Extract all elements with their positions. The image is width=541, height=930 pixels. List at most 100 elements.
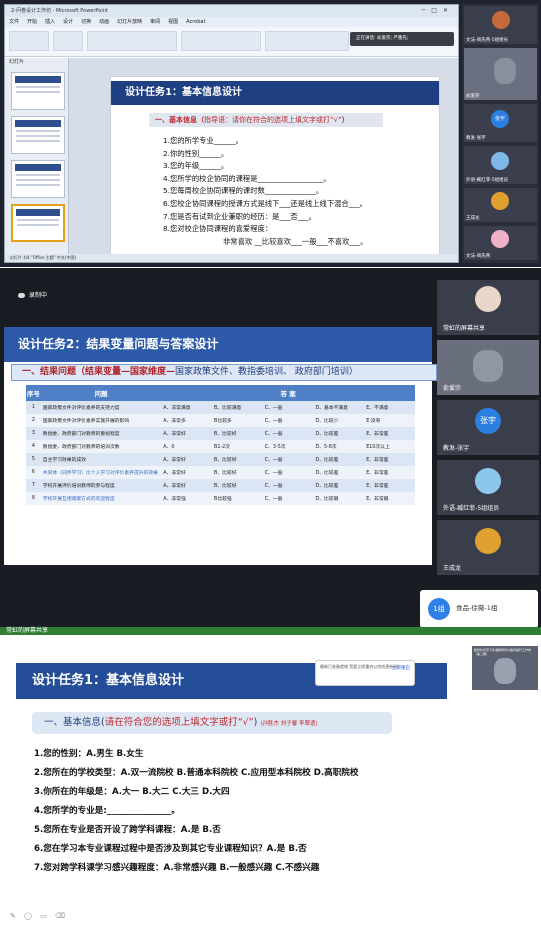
participant-sidebar: 常虹的屏幕共享 俞爱宗 张宇 教发-张宇 外语-臧红菲-5组组员 王成龙 bbox=[437, 280, 539, 580]
avatar bbox=[491, 192, 509, 210]
answer-option: A、非常好 bbox=[161, 427, 213, 440]
ribbon-tabs: 文件 开始 插入 设计 切换 动画 幻灯片放映 审阅 视图 Acrobat bbox=[5, 17, 458, 27]
ribbon-tab[interactable]: Acrobat bbox=[186, 17, 205, 27]
avatar bbox=[494, 658, 516, 684]
participant-tile[interactable]: 文法-阅氏燕-5组组长 bbox=[464, 6, 537, 44]
question-item: 6.您在学习本专业课程过程中是否涉及到其它专业课程知识？A.是 B.否 bbox=[34, 844, 307, 854]
answer-option: D、比较差 bbox=[313, 479, 365, 492]
avatar bbox=[475, 528, 501, 554]
screen-share-bar[interactable]: 常虹的屏幕共享 bbox=[0, 627, 541, 635]
answer-option: D、比较差 bbox=[313, 427, 365, 440]
current-slide: 设计任务1：基本信息设计 一、基本信息（指导语：请你在符合的选项上填文字或打“√… bbox=[110, 76, 440, 259]
row-question: 国家政策文件对评价素养的支持力度 bbox=[40, 401, 162, 414]
answer-option: C、一般 bbox=[262, 401, 314, 414]
group-card[interactable]: 1组 食品-徐薇-1组 bbox=[420, 590, 538, 628]
col-question: 问题 bbox=[40, 385, 162, 401]
answer-option: A、非常满意 bbox=[161, 401, 213, 414]
participant-tile[interactable]: 外语-臧红菲-5组组员 bbox=[464, 146, 537, 184]
avatar bbox=[473, 350, 503, 382]
participant-tile[interactable]: 王成龙 bbox=[437, 520, 539, 575]
table-row: 5 自主学习效果的成效 A、非常好 B、比较好 C、一般 D、比较差 E、非常差 bbox=[26, 453, 415, 466]
question-item: 6.您校企协同课程的授课方式是线下___还是线上线下混合___。 bbox=[163, 198, 367, 208]
row-number: 3 bbox=[26, 427, 41, 440]
update-popup[interactable]: 最新已准备就绪 您要立即重启以完成更新吗？ 立即重启 bbox=[315, 660, 415, 686]
slide-thumbnail-selected[interactable] bbox=[11, 204, 65, 242]
thumbs-tab[interactable]: 幻灯片 bbox=[5, 58, 68, 67]
row-number: 8 bbox=[26, 492, 41, 505]
avatar: 张宇 bbox=[491, 110, 509, 128]
ribbon-tab[interactable]: 审阅 bbox=[150, 17, 160, 27]
answer-option: A、非常多 bbox=[161, 414, 213, 427]
question-item: 1.您的性别：A.男生 B.女生 bbox=[34, 749, 144, 759]
band-end: ) bbox=[253, 717, 258, 728]
ribbon-tab[interactable]: 动画 bbox=[99, 17, 109, 27]
ribbon-tab[interactable]: 切换 bbox=[81, 17, 91, 27]
slide-thumbnail[interactable] bbox=[11, 72, 65, 110]
answer-option: C、一般 bbox=[262, 466, 314, 479]
question-list: 1.您的性别：A.男生 B.女生 2.您所在的学校类型：A.双一流院校 B.普通… bbox=[34, 747, 359, 880]
row-question: 国家政策文件对评价素养实施开展的影响 bbox=[40, 414, 162, 427]
speaker-video[interactable]: 数智化背景下外语教师评价素养提升工作坊（第二期） bbox=[472, 646, 538, 690]
avatar bbox=[491, 152, 509, 170]
band-label: 一、基本信息( bbox=[44, 717, 105, 728]
answer-option: A、非常好 bbox=[161, 479, 213, 492]
popup-restart-button[interactable]: 立即重启 bbox=[392, 665, 410, 671]
question-item: 2.您所在的学校类型：A.双一流院校 B.普通本科院校 C.应用型本科院校 D.… bbox=[34, 768, 359, 778]
window-controls[interactable]: ─□✕ bbox=[422, 5, 454, 17]
video-caption: 数智化背景下外语教师评价素养提升工作坊（第二期） bbox=[474, 648, 532, 656]
answer-option: D、基本不满意 bbox=[313, 401, 365, 414]
question-item: 5.您所在专业是否开设了跨学科课程：A.是 B.否 bbox=[34, 825, 221, 835]
answer-option: A、非常好 bbox=[161, 466, 213, 479]
section-heading-rest: 国家政策文件、教指委培训、 政府部门培训） bbox=[175, 367, 358, 377]
drawing-group[interactable] bbox=[265, 31, 349, 51]
popup-text: 最新已准备就绪 您要立即重启以完成更新吗？ bbox=[320, 664, 402, 669]
participant-tile[interactable]: 王成龙 bbox=[464, 188, 537, 222]
answer-option: B、比较好 bbox=[212, 466, 263, 479]
answer-option: A、0 bbox=[161, 440, 213, 453]
ribbon-tab[interactable]: 视图 bbox=[168, 17, 178, 27]
ribbon-tab[interactable]: 插入 bbox=[45, 17, 55, 27]
annotation-toolbar[interactable]: ✎ ◯ ▭ ⌫ bbox=[10, 912, 68, 920]
participant-name: 常虹的屏幕共享 bbox=[443, 325, 486, 332]
ribbon-tab[interactable]: 幻灯片放映 bbox=[117, 17, 142, 27]
table-row: 4 教指委、政府部门对教师的培训次数 A、0 B1-2次 C、3-5次 D、5-8次 E10… bbox=[26, 440, 415, 453]
ribbon-tab[interactable]: 开始 bbox=[27, 17, 37, 27]
slide-thumbnail[interactable] bbox=[11, 116, 65, 154]
participant-tile[interactable]: 外语-臧红菲-5组组员 bbox=[437, 460, 539, 515]
ribbon-tab[interactable]: 设计 bbox=[63, 17, 73, 27]
band-label: 一、基本信息（ bbox=[155, 116, 204, 124]
font-group[interactable] bbox=[87, 31, 177, 51]
answer-option: C、一般 bbox=[262, 479, 314, 492]
participant-tile[interactable]: 张宇 教发-张宇 bbox=[437, 400, 539, 455]
participant-tile[interactable]: 俞爱宗 bbox=[437, 340, 539, 395]
paragraph-group[interactable] bbox=[181, 31, 261, 51]
participant-tile[interactable]: 俞爱宗 bbox=[464, 48, 537, 100]
clipboard-group[interactable] bbox=[9, 31, 49, 51]
participant-sidebar: 文法-阅氏燕-5组组长 俞爱宗 张宇 教发-张宇 外语-臧红菲-5组组员 王成龙… bbox=[462, 4, 539, 263]
avatar bbox=[494, 58, 516, 84]
row-number: 2 bbox=[26, 414, 41, 427]
question-item: 3.你所在的年级是：A.大一 B.大二 C.大三 D.大四 bbox=[34, 787, 230, 797]
cloud-icon bbox=[18, 293, 25, 298]
avatar bbox=[475, 286, 501, 312]
slides-group[interactable] bbox=[53, 31, 83, 51]
row-number: 7 bbox=[26, 479, 41, 492]
question-item: 4.您所学的专业是:_______________。 bbox=[34, 806, 180, 816]
meeting-frame-2: 录制中 设计任务2：结果变量问题与答案设计 一、结果问题（结果变量—国家维度—国… bbox=[0, 268, 541, 635]
row-number: 6 bbox=[26, 466, 41, 479]
slide-thumbnail[interactable] bbox=[11, 160, 65, 198]
participant-tile[interactable]: 张宇 教发-张宇 bbox=[464, 104, 537, 142]
participant-tile[interactable]: 常虹的屏幕共享 bbox=[437, 280, 539, 335]
ribbon-tab[interactable]: 文件 bbox=[9, 17, 19, 27]
answer-option: C、一般 bbox=[262, 427, 314, 440]
slide-thumbnails: 幻灯片 bbox=[5, 58, 69, 254]
answer-option: B比较多 bbox=[212, 414, 263, 427]
answer-option: D、比较少 bbox=[313, 414, 365, 427]
participant-name: 俞爱宗 bbox=[443, 385, 462, 392]
participant-tile[interactable]: 文法-阅氏燕 bbox=[464, 226, 537, 260]
answer-option: C、一般 bbox=[262, 492, 314, 505]
question-item: 5.您每周校企协同课程的课时数______________。 bbox=[163, 186, 324, 196]
table-row: 1 国家政策文件对评价素养的支持力度 A、非常满意 B、比较满意 C、一般 D、基本不满意… bbox=[26, 401, 415, 414]
question-item: 7.您是否有试到企业兼职的经历：是___否___。 bbox=[163, 211, 316, 221]
answer-option: B1-2次 bbox=[212, 440, 263, 453]
